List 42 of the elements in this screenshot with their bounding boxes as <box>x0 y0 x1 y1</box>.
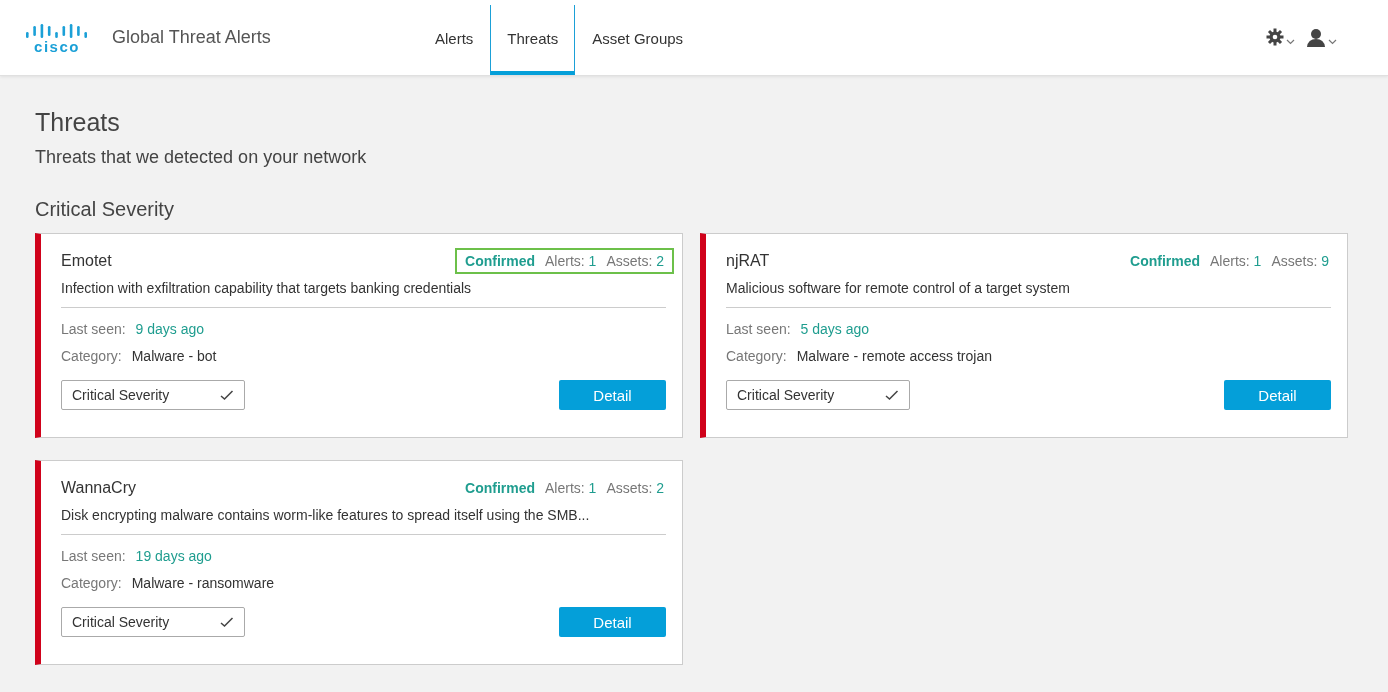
severity-dropdown[interactable]: Critical Severity <box>61 380 245 410</box>
last-seen-value: 5 days ago <box>800 321 870 337</box>
severity-dropdown[interactable]: Critical Severity <box>61 607 245 637</box>
alerts-count: Alerts: 1 <box>1210 253 1262 269</box>
page-title: Threats <box>35 108 121 137</box>
alerts-count: Alerts: 1 <box>545 253 597 269</box>
nav-tab[interactable]: Threats <box>490 5 576 75</box>
section-title: Critical Severity <box>35 198 175 221</box>
field-label: Category: <box>726 348 787 364</box>
assets-count: Assets: 2 <box>606 480 664 496</box>
page-subtitle: Threats that we detected on your network <box>35 147 368 168</box>
check-icon <box>220 390 234 400</box>
last-seen-value: 19 days ago <box>135 548 212 564</box>
status-text: Confirmed <box>1130 253 1201 269</box>
threat-name: WannaCry <box>61 479 136 497</box>
field-label: Category: <box>61 575 122 591</box>
nav-tab[interactable]: Asset Groups <box>575 5 701 75</box>
threat-name: Emotet <box>61 252 112 270</box>
alerts-count: Alerts: 1 <box>545 480 597 496</box>
severity-dropdown[interactable]: Critical Severity <box>726 380 910 410</box>
category-value: Malware - bot <box>131 348 217 364</box>
field-label: Category: <box>61 348 122 364</box>
field-label: Last seen: <box>726 321 791 337</box>
check-icon <box>220 617 234 627</box>
field-label: Last seen: <box>61 548 126 564</box>
app-title: Global Threat Alerts <box>112 27 272 48</box>
field-label: Last seen: <box>61 321 126 337</box>
category-value: Malware - ransomware <box>131 575 275 591</box>
threat-description: Infection with exfiltration capability that targets banking credentials <box>61 280 666 308</box>
status-text: Confirmed <box>465 480 536 496</box>
logo-bars-icon <box>25 21 89 40</box>
assets-count: Assets: 9 <box>1271 253 1329 269</box>
logo-text: cisco <box>34 39 80 54</box>
threat-description: Malicious software for remote control of a target system <box>726 280 1331 308</box>
status-text: Confirmed <box>465 253 536 269</box>
check-icon <box>885 390 899 400</box>
threat-description: Disk encrypting malware contains worm-like features to spread itself using the SMB... <box>61 507 666 535</box>
assets-count: Assets: 2 <box>606 253 664 269</box>
last-seen-value: 9 days ago <box>135 321 205 337</box>
category-value: Malware - remote access trojan <box>796 348 992 364</box>
nav-tab[interactable]: Alerts <box>418 5 491 75</box>
threat-name: njRAT <box>726 252 770 270</box>
